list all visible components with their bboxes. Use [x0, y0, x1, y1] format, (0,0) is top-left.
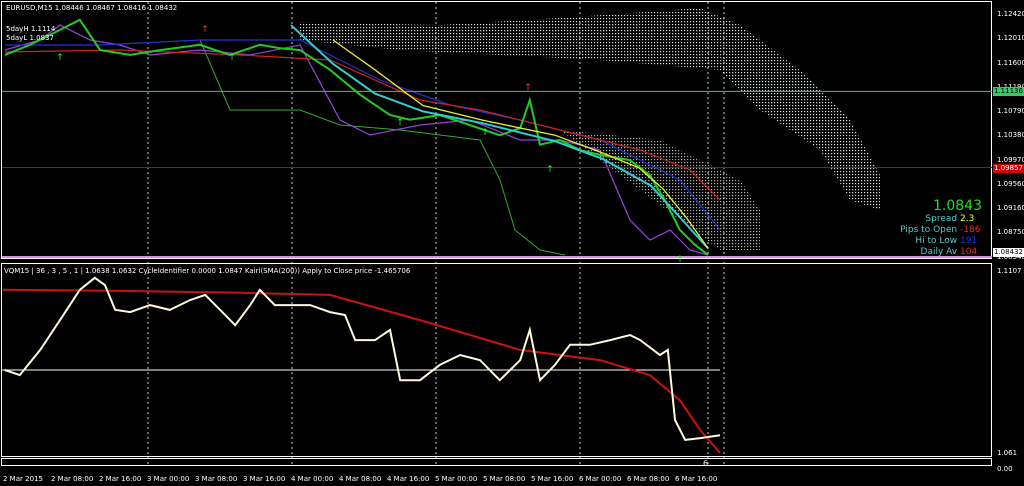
info-row: Spread 2.3	[925, 214, 982, 224]
price-tag: 1.08432	[993, 248, 1024, 258]
time-axis-tick: 3 Mar 08:00	[195, 475, 238, 483]
signal-arrow-icon: ↑	[676, 255, 684, 265]
price-axis-tick: 1.09160	[997, 204, 1024, 212]
current-price: 1.0843	[933, 198, 982, 214]
five-day-low-label: 5dayL 1.0837	[6, 34, 54, 42]
price-axis-tick: 1.12420	[997, 10, 1024, 18]
info-value: 2.3	[960, 214, 975, 224]
signal-arrow-icon: ↑	[546, 165, 554, 175]
sub-pane-value: 6	[703, 459, 709, 468]
time-axis-tick: 4 Mar 08:00	[339, 475, 382, 483]
time-axis-tick: 2 Mar 08:00	[51, 475, 94, 483]
price-tag: 1.11136	[993, 87, 1024, 97]
day-separators	[147, 2, 725, 466]
time-axis-tick: 3 Mar 16:00	[243, 475, 286, 483]
signal-arrow-icon: ↑	[396, 118, 404, 128]
time-axis-tick: 4 Mar 16:00	[387, 475, 430, 483]
price-axis-tick: 1.11600	[997, 58, 1024, 67]
info-label: Spread	[925, 214, 958, 224]
symbol-info: EURUSD,M15 1.08446 1.08467 1.08416 1.084…	[6, 4, 178, 12]
indicator-pane-border	[1, 263, 992, 457]
price-axis-tick: 1.10380	[997, 131, 1024, 140]
time-axis-tick: 2 Mar 16:00	[99, 475, 142, 483]
signal-arrow-icon: ↑	[56, 53, 64, 63]
five-day-high-label: 5dayH 1.1114	[6, 25, 56, 33]
signal-arrow-icon: ↑	[524, 83, 532, 93]
info-row: Pips to Open -186	[900, 225, 982, 235]
time-axis-tick: 2 Mar 2015	[3, 475, 43, 483]
indicator-line-green	[199, 39, 566, 256]
time-axis-tick: 4 Mar 00:00	[291, 475, 334, 483]
info-row: Hi to Low 191	[915, 236, 982, 246]
chart-canvas[interactable]: ↑ ↑ ↑ ↑ ↑ ↑ ↑ ↑	[0, 0, 1024, 486]
sub-pane-axis: 0.00	[997, 465, 1013, 473]
vq-line	[4, 276, 721, 441]
time-axis-tick: 3 Mar 00:00	[147, 475, 190, 483]
signal-arrow-icon: ↑	[201, 25, 209, 35]
signal-arrow-icon: ↑	[228, 53, 236, 63]
time-axis-tick: 6 Mar 08:00	[627, 475, 670, 483]
sub-pane-border	[1, 458, 992, 466]
ichimoku-cloud	[300, 8, 880, 210]
price-tag: 1.09857	[993, 163, 1024, 173]
time-axis-tick: 6 Mar 00:00	[579, 475, 622, 483]
info-value: 191	[960, 236, 978, 246]
info-label: Daily Av	[920, 247, 958, 257]
info-label: Pips to Open	[900, 225, 958, 235]
price-axis-tick: 1.08750	[997, 228, 1024, 237]
time-axis-tick: 5 Mar 00:00	[435, 475, 478, 483]
indicator-line-blue	[5, 39, 721, 231]
price-axis-tick: 1.12010	[997, 34, 1024, 43]
info-value: -186	[960, 225, 981, 235]
info-value: 104	[960, 247, 978, 257]
time-axis-tick: 6 Mar 16:00	[675, 475, 718, 483]
time-axis-tick: 5 Mar 16:00	[531, 475, 574, 483]
indicator-title: VQM15 | 36 , 3 , 5 , 1 | 1.0638 1.0632 C…	[4, 267, 411, 275]
price-axis-tick: 1.10790	[997, 107, 1024, 115]
price-axis-tick: 1.09560	[997, 180, 1024, 189]
indicator-line-red	[4, 49, 721, 201]
indicator-axis-top: 1.1107	[997, 267, 1022, 275]
time-axis-tick: 5 Mar 08:00	[483, 475, 526, 483]
sma200-line	[2, 288, 721, 454]
info-row: Daily Av 104	[921, 247, 982, 257]
indicator-axis-bottom: 1.061	[997, 449, 1018, 457]
info-label: Hi to Low	[915, 236, 958, 246]
signal-arrow-icon: ↑	[481, 128, 489, 138]
